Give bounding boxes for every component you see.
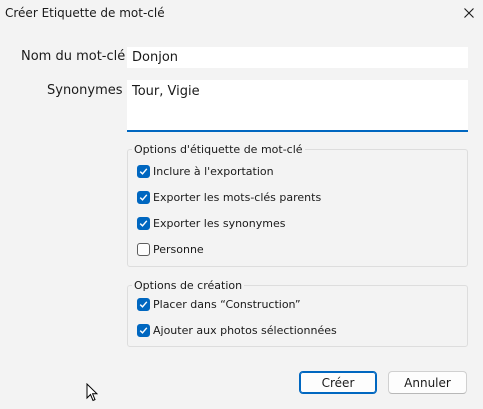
put-inside-checkbox[interactable] — [137, 298, 150, 311]
close-button[interactable] — [455, 0, 483, 26]
checkmark-icon — [139, 168, 148, 175]
checkmark-icon — [139, 194, 148, 201]
export-parents-label: Exporter les mots-clés parents — [153, 191, 322, 204]
checkmark-icon — [139, 327, 148, 334]
put-inside-label: Placer dans “Construction” — [153, 298, 301, 311]
keyword-name-label: Nom du mot-clé : — [21, 49, 134, 64]
export-parents-option[interactable]: Exporter les mots-clés parents — [137, 191, 321, 204]
window-title: Créer Etiquette de mot-clé — [5, 6, 165, 20]
synonyms-label: Synonymes : — [47, 83, 132, 98]
include-on-export-label: Inclure à l'exportation — [153, 165, 274, 178]
cancel-button[interactable]: Annuler — [388, 371, 467, 394]
add-to-selected-checkbox[interactable] — [137, 324, 150, 337]
person-label: Personne — [153, 243, 204, 256]
synonyms-input[interactable]: Tour, Vigie — [127, 80, 468, 132]
tag-options-title: Options d'étiquette de mot-clé — [132, 143, 305, 156]
export-synonyms-option[interactable]: Exporter les synonymes — [137, 217, 285, 230]
export-synonyms-label: Exporter les synonymes — [153, 217, 286, 230]
export-parents-checkbox[interactable] — [137, 191, 150, 204]
creation-options-title: Options de création — [132, 279, 245, 292]
create-keyword-dialog: Créer Etiquette de mot-clé Nom du mot-cl… — [0, 0, 483, 409]
mouse-pointer-icon — [86, 383, 98, 402]
title-bar: Créer Etiquette de mot-clé — [0, 0, 483, 28]
include-on-export-option[interactable]: Inclure à l'exportation — [137, 165, 274, 178]
creation-options-group — [127, 285, 468, 347]
put-inside-option[interactable]: Placer dans “Construction” — [137, 298, 301, 311]
person-checkbox[interactable] — [137, 243, 150, 256]
keyword-name-input[interactable] — [127, 47, 468, 68]
include-on-export-checkbox[interactable] — [137, 165, 150, 178]
add-to-selected-label: Ajouter aux photos sélectionnées — [153, 324, 337, 337]
close-icon — [464, 8, 474, 18]
checkmark-icon — [139, 220, 148, 227]
export-synonyms-checkbox[interactable] — [137, 217, 150, 230]
person-option[interactable]: Personne — [137, 243, 204, 256]
create-button[interactable]: Créer — [299, 371, 377, 394]
checkmark-icon — [139, 301, 148, 308]
add-to-selected-option[interactable]: Ajouter aux photos sélectionnées — [137, 324, 337, 337]
